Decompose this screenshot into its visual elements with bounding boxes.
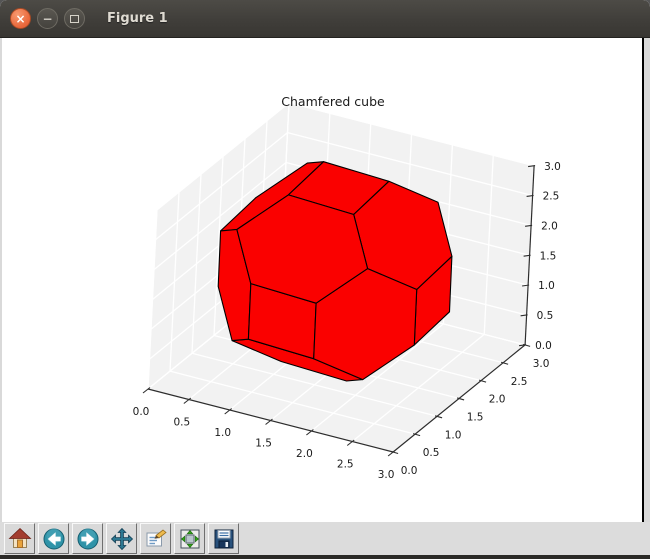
tick-label-y: 0.0 (401, 465, 418, 477)
tick-label-z: 1.5 (540, 250, 557, 262)
maximize-button[interactable] (64, 8, 85, 29)
maximize-icon (70, 15, 79, 23)
zoom-to-rect-icon (144, 527, 168, 551)
tick-label-y: 3.0 (533, 358, 550, 370)
tick-label-z: 1.0 (538, 280, 555, 292)
window-title: Figure 1 (107, 11, 168, 26)
tick-label-x: 2.5 (337, 459, 354, 471)
close-icon: × (15, 13, 25, 25)
tick-label-y: 1.5 (467, 411, 484, 423)
window-bottom-edge (0, 555, 650, 559)
plot-toolbar (0, 522, 650, 555)
titlebar[interactable]: × − Figure 1 (0, 0, 650, 38)
minimize-button[interactable]: − (37, 8, 58, 29)
pan-icon (110, 527, 134, 551)
save-icon (212, 527, 236, 551)
back-icon (42, 527, 66, 551)
tick-label-z: 2.5 (543, 191, 560, 203)
configure-subplots-button[interactable] (174, 523, 205, 554)
tick-label-y: 1.0 (445, 429, 462, 441)
tick-label-x: 1.0 (214, 427, 231, 439)
tick-label-x: 3.0 (378, 469, 395, 481)
back-button[interactable] (38, 523, 69, 554)
save-button[interactable] (208, 523, 239, 554)
zoom-to-rect-button[interactable] (140, 523, 171, 554)
tick-label-z: 0.0 (535, 340, 552, 352)
forward-button[interactable] (72, 523, 103, 554)
minimize-icon: − (42, 13, 52, 25)
tick-label-x: 0.0 (133, 406, 150, 418)
tick-label-z: 2.0 (541, 221, 558, 233)
home-icon (8, 527, 32, 551)
configure-subplots-icon (178, 527, 202, 551)
plot-title: Chamfered cube (13, 94, 650, 109)
plot-3d-axes[interactable]: 0.0 0.5 1.0 1.5 2.0 2.5 3.0 0.0 0.5 1.0 1.5 2.0 2.5 3… (2, 38, 642, 522)
tick-label-y: 2.0 (489, 394, 506, 406)
close-button[interactable]: × (10, 8, 31, 29)
forward-icon (76, 527, 100, 551)
tick-label-y: 2.5 (511, 376, 528, 388)
tick-label-z: 3.0 (544, 161, 561, 173)
pan-button[interactable] (106, 523, 137, 554)
figure-canvas[interactable]: 0.0 0.5 1.0 1.5 2.0 2.5 3.0 0.0 0.5 1.0 1.5 2.0 2.5 3… (2, 38, 644, 524)
tick-label-x: 0.5 (173, 417, 190, 429)
tick-label-y: 0.5 (423, 447, 440, 459)
tick-label-x: 1.5 (255, 438, 272, 450)
tick-x (143, 388, 150, 394)
tick-label-x: 2.0 (296, 448, 313, 460)
tick-label-z: 0.5 (537, 310, 554, 322)
figure-window: × − Figure 1 0.0 0.5 1.0 1.5 2.0 2.5 3.0 0.0 0.5… (0, 0, 650, 559)
home-button[interactable] (4, 523, 35, 554)
